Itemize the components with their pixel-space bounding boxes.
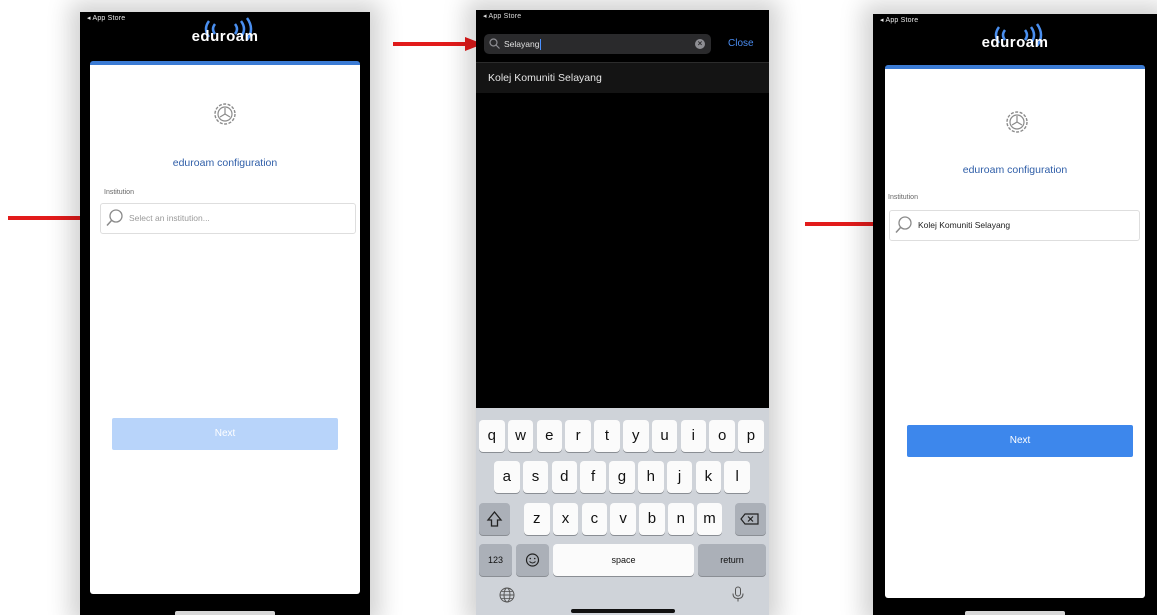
gear-icon [214,103,236,125]
institution-search-bar[interactable]: Selayang × [484,34,711,54]
search-input[interactable]: Selayang [504,34,542,54]
institution-value: Kolej Komuniti Selayang [918,220,1011,230]
search-icon [489,38,500,49]
numbers-key[interactable]: 123 [479,544,512,576]
key-d[interactable]: d [551,461,578,493]
home-indicator [571,609,675,613]
key-s[interactable]: s [522,461,549,493]
phone-screen-search-institution: ◂ App Store Selayang × Close Kolej Komun… [476,10,769,615]
clear-search-icon[interactable]: × [695,39,705,49]
key-o[interactable]: o [709,420,735,452]
key-y[interactable]: y [623,420,649,452]
eduroam-logo: eduroam [185,16,265,52]
status-back-app-store[interactable]: ◂ App Store [87,14,125,22]
search-icon [895,216,912,234]
backspace-icon [740,513,759,525]
search-query: Selayang [504,39,540,49]
text-cursor [540,39,542,51]
key-m[interactable]: m [696,503,723,535]
institution-search-field[interactable]: Select an institution... [100,203,356,234]
institution-label: Institution [104,189,134,196]
gear-icon [1006,111,1028,133]
return-key[interactable]: return [698,544,766,576]
key-x[interactable]: x [552,503,579,535]
institution-search-field[interactable]: Kolej Komuniti Selayang [889,210,1140,241]
close-button[interactable]: Close [728,34,754,54]
key-v[interactable]: v [610,503,636,535]
key-h[interactable]: h [638,461,664,493]
key-l[interactable]: l [724,461,750,493]
shift-icon [486,510,503,527]
key-z[interactable]: z [524,503,550,535]
configuration-card: eduroam configuration Institution Kolej … [885,65,1145,598]
logo-text: eduroam [981,34,1049,51]
key-n[interactable]: n [668,503,694,535]
key-p[interactable]: p [738,420,764,452]
institution-label: Institution [888,194,918,201]
phone-screen-select-institution: ◂ App Store eduroam eduroam configuratio… [80,12,370,615]
status-back-app-store[interactable]: ◂ App Store [483,12,521,20]
key-j[interactable]: j [666,461,693,493]
configuration-title: eduroam configuration [962,164,1068,176]
home-indicator [175,611,275,615]
configuration-card: eduroam configuration Institution Select… [90,61,360,594]
search-icon [106,209,123,227]
key-c[interactable]: c [581,503,608,535]
key-r[interactable]: r [565,420,591,452]
institution-placeholder: Select an institution... [129,213,210,223]
key-f[interactable]: f [580,461,606,493]
space-key[interactable]: space [553,544,694,576]
eduroam-logo: eduroam [975,22,1055,58]
search-result-item[interactable]: Kolej Komuniti Selayang [476,63,769,93]
key-q[interactable]: q [479,420,505,452]
key-t[interactable]: t [594,420,620,452]
on-screen-keyboard: qwertyuiop asdfghjkl zxcvbnm 123 space r… [476,408,769,615]
key-w[interactable]: w [507,420,534,452]
key-a[interactable]: a [494,461,520,493]
key-u[interactable]: u [651,420,678,452]
status-back-app-store[interactable]: ◂ App Store [880,16,918,24]
configuration-title: eduroam configuration [172,157,278,169]
key-g[interactable]: g [609,461,635,493]
home-indicator [965,611,1065,615]
key-k[interactable]: k [695,461,722,493]
next-button-disabled[interactable]: Next [112,418,338,450]
emoji-icon [525,553,540,567]
red-arrow-middle [393,37,483,51]
emoji-key[interactable] [516,544,549,576]
next-button[interactable]: Next [907,425,1133,457]
phone-screen-institution-selected: ◂ App Store eduroam eduroam configuratio… [873,14,1157,615]
globe-icon[interactable] [499,587,515,603]
key-e[interactable]: e [536,420,563,452]
search-result-label: Kolej Komuniti Selayang [488,72,602,84]
backspace-key[interactable] [735,503,766,535]
microphone-icon[interactable] [730,586,746,602]
logo-text: eduroam [191,28,259,45]
shift-key[interactable] [479,503,510,535]
key-i[interactable]: i [680,420,707,452]
key-b[interactable]: b [639,503,665,535]
